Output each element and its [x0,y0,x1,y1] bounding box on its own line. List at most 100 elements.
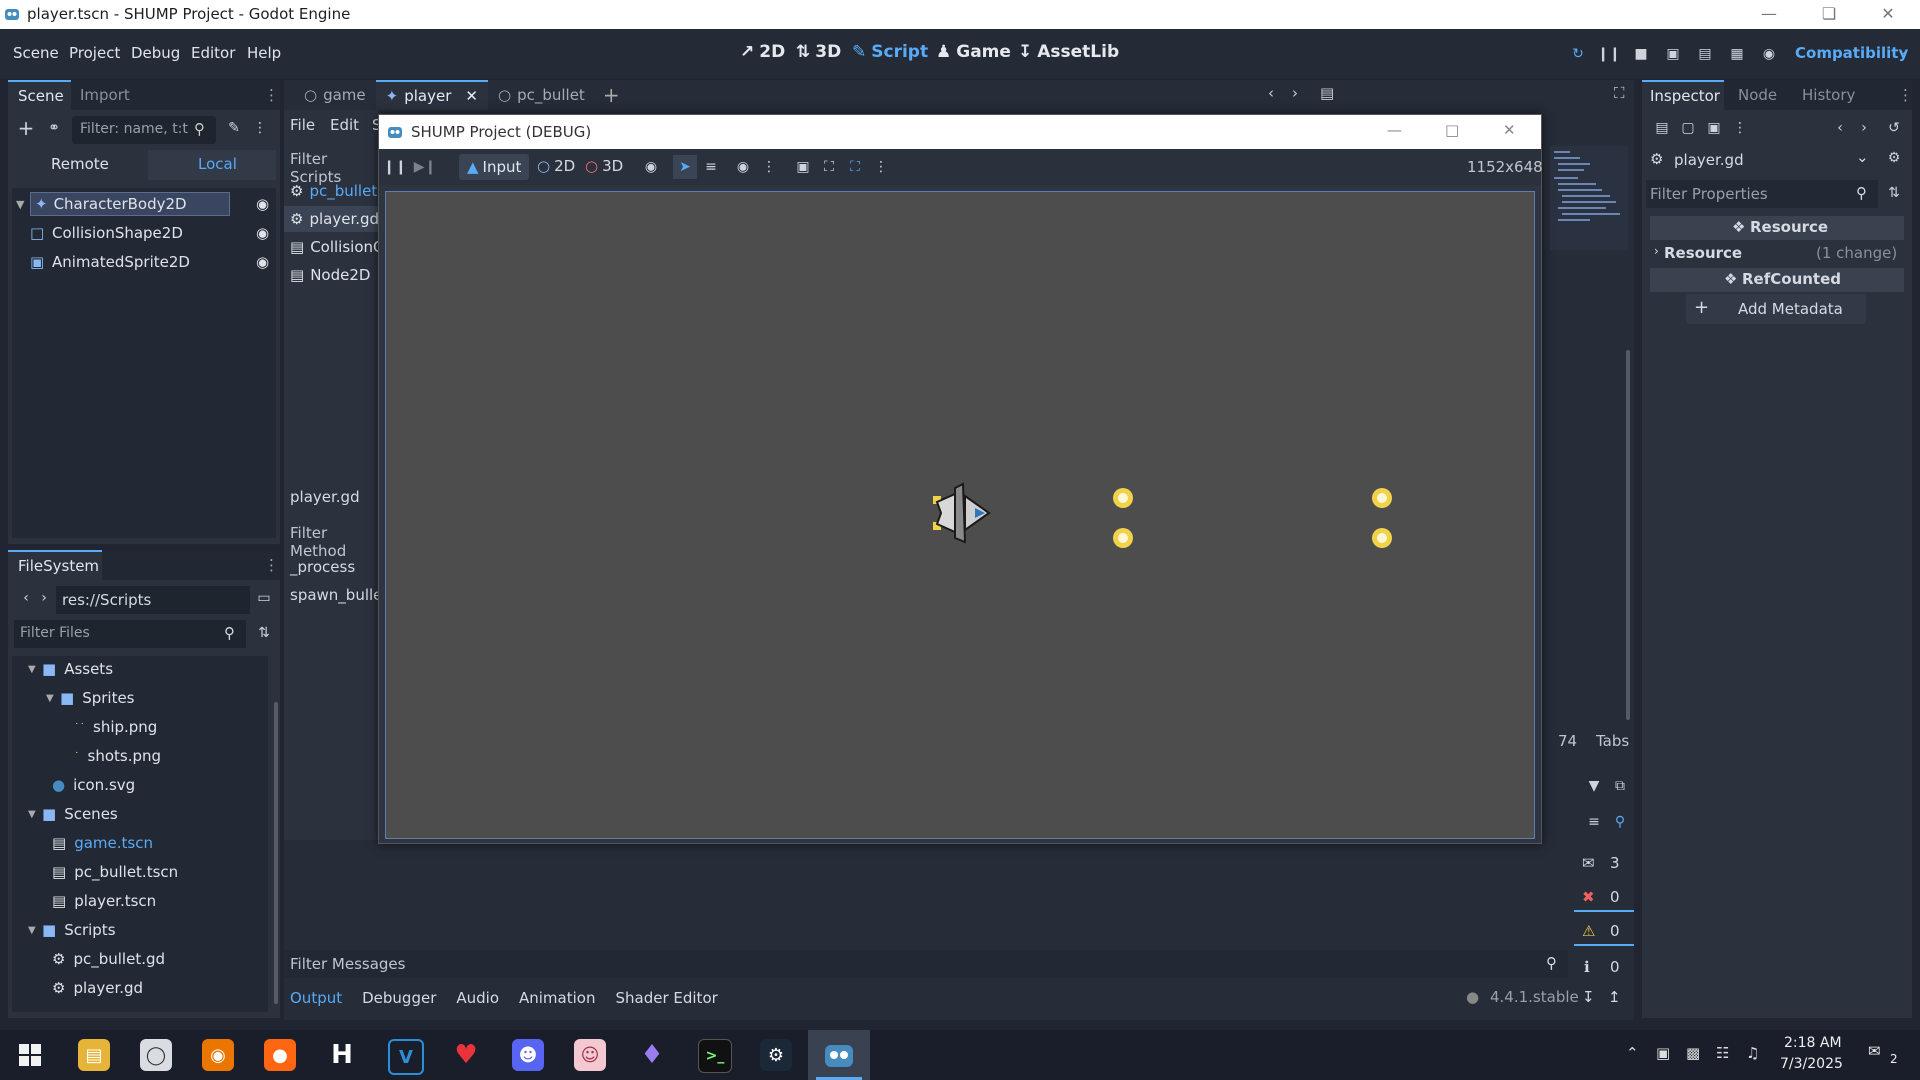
filter-messages-count[interactable]: ✉ 3 [1574,850,1634,878]
script-item-player[interactable]: ⚙ player.gd [284,206,379,232]
indent-mode[interactable]: Tabs [1596,732,1629,750]
file-item-icon-svg[interactable]: ● icon.svg [12,772,135,798]
object-properties-icon[interactable]: ⚙ [1882,146,1906,170]
scrollbar[interactable] [1626,350,1630,720]
visibility-eye-icon[interactable]: ◉ [256,195,269,213]
file-item-shots-png[interactable]: ˙ shots.png [12,743,161,769]
file-item-scenes[interactable]: ▼ ■ Scenes [12,801,118,827]
wifi-icon[interactable]: ☷ [1716,1044,1729,1062]
toggle-panel-icon[interactable]: ▤ [1320,84,1334,102]
filter-messages-input[interactable]: Filter Messages ⚲ [284,950,1568,978]
character-app-icon[interactable]: ☺ [574,1039,606,1071]
tab-history[interactable]: History [1802,86,1855,104]
file-item-player-tscn[interactable]: ▤ player.tscn [12,888,156,914]
clock-time[interactable]: 2:18 AM [1784,1035,1842,1051]
tab-import[interactable]: Import [80,86,130,104]
sort-icon[interactable]: ⇅ [252,621,276,645]
run-scene-icon[interactable]: ▣ [1661,42,1685,66]
menu-project[interactable]: Project [69,44,120,62]
tab-inspector[interactable]: Inspector [1642,80,1724,110]
list-select-icon[interactable]: ≡ [699,155,723,179]
taskbar-godot-active[interactable] [808,1030,870,1080]
tab-scene[interactable]: Scene [8,80,71,110]
tab-animation[interactable]: Animation [519,989,595,1007]
movie-maker-icon[interactable]: ◉ [1757,42,1781,66]
next-frame-icon[interactable]: ▶❙ [413,155,437,179]
input-toggle-button[interactable]: ▲ Input [459,154,530,180]
volume-icon[interactable]: ♫ [1746,1044,1759,1062]
file-item-sprites[interactable]: ▼ ■ Sprites [12,685,135,711]
file-item-scripts[interactable]: ▼ ■ Scripts [12,917,116,943]
blender-icon[interactable]: ◉ [202,1039,234,1071]
scene-tab-game[interactable]: ○ game [294,80,376,110]
dock-menu-icon[interactable]: ⋮ [1898,86,1913,104]
filter-files-input[interactable]: Filter Files ⚲ [14,620,246,648]
minimize-button[interactable]: — [1387,121,1402,139]
keep-aspect-icon[interactable]: ⛶ [817,155,841,179]
stop-icon[interactable]: ■ [1629,42,1653,66]
resource-property-row[interactable]: › Resource (1 change) [1650,242,1904,266]
script-item-pc-bullet[interactable]: ⚙ pc_bullet. [290,178,382,204]
script-item-collision[interactable]: ▤ CollisionC [290,234,383,260]
save-icon[interactable]: ▣ [1702,116,1726,140]
file-item-game-tscn[interactable]: ▤ game.tscn [12,830,153,856]
attach-script-icon[interactable]: ✎ [222,116,246,140]
object-selector[interactable]: ⚙ player.gd ⌄ [1646,146,1874,174]
add-metadata-button[interactable]: + Add Metadata [1686,294,1866,324]
visibility-eye-icon[interactable]: ◉ [256,224,269,242]
scrollbar[interactable] [274,702,278,1004]
search-icon[interactable]: ⚲ [1608,810,1632,834]
discord-icon[interactable]: ☻ [512,1039,544,1071]
workspace-2d[interactable]: ↗ 2D [740,42,785,62]
camera-icon[interactable]: ◉ [731,155,755,179]
tab-debugger[interactable]: Debugger [362,989,436,1007]
windows-start-icon[interactable] [14,1039,46,1071]
more-options-icon[interactable]: ⋮ [1728,116,1752,140]
tree-node-collisionshape2d[interactable]: □ CollisionShape2D ◉ [12,220,276,246]
menu-editor[interactable]: Editor [191,44,235,62]
code-minimap[interactable] [1550,146,1628,250]
forward-icon[interactable]: › [1292,84,1298,102]
tab-node[interactable]: Node [1738,86,1777,104]
minimize-button[interactable]: — [1757,4,1781,24]
script-item-node2d[interactable]: ▤ Node2D [290,262,370,288]
workspace-script[interactable]: ✎ Script [852,42,928,62]
forward-icon[interactable]: › [32,586,56,610]
add-node-icon[interactable]: + [14,116,38,140]
pin-icon[interactable]: ▼ [1582,774,1606,798]
more-options-icon[interactable]: ⋮ [757,155,781,179]
crystal-app-icon[interactable]: ♦ [636,1039,668,1071]
notification-icon[interactable]: ✉ [1868,1042,1881,1060]
game-viewport[interactable] [385,191,1535,839]
menu-help[interactable]: Help [247,44,281,62]
tree-node-animatedsprite2d[interactable]: ▣ AnimatedSprite2D ◉ [12,249,276,275]
visibility-eye-icon[interactable]: ◉ [639,155,663,179]
more-options-icon[interactable]: ⋮ [248,116,272,140]
dock-menu-icon[interactable]: ⋮ [264,86,279,104]
file-item-assets[interactable]: ▼ ■ Assets [12,656,113,682]
mode-3d-button[interactable]: ○ 3D [585,157,623,175]
method-spawn-bullet[interactable]: spawn_bullet [290,586,388,604]
back-icon[interactable]: ‹ [1828,116,1852,140]
run-current-icon[interactable]: ▤ [1693,42,1717,66]
h-app-icon[interactable]: H [326,1039,358,1071]
chevron-down-icon[interactable]: ⌄ [1897,44,1908,59]
pause-icon[interactable]: ❙❙ [1597,42,1621,66]
more-options-icon[interactable]: ⋮ [869,155,893,179]
pause-icon[interactable]: ❙❙ [383,155,407,179]
close-icon[interactable]: ✕ [465,87,478,105]
new-resource-icon[interactable]: ▤ [1650,116,1674,140]
visibility-eye-icon[interactable]: ◉ [256,253,269,271]
tab-audio[interactable]: Audio [456,989,499,1007]
mode-2d-button[interactable]: ○ 2D [537,157,575,175]
pin-icon[interactable]: ↧ [1582,988,1595,1006]
open-folder-icon[interactable]: ▢ [1676,116,1700,140]
filter-errors-count[interactable]: ✖ 0 [1574,884,1634,912]
tab-output[interactable]: Output [290,989,342,1007]
renderer-select[interactable]: Compatibility [1795,44,1908,62]
tab-shader-editor[interactable]: Shader Editor [615,989,717,1007]
run-custom-icon[interactable]: ▦ [1725,42,1749,66]
restore-button[interactable]: ❏ [1817,4,1841,24]
link-icon[interactable]: ⚭ [42,116,66,140]
menu-scene[interactable]: Scene [13,44,59,62]
